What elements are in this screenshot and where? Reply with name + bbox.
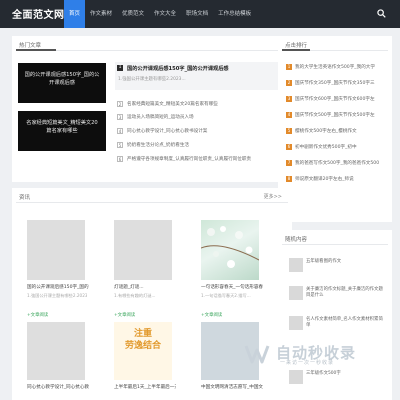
rank-badge: 2 (117, 101, 123, 107)
hot-list-item[interactable]: 3 运动员入场稿简短的_运动员入场 (117, 113, 289, 123)
lead-desc: 1.強国公开课主题有哪些2.2023... (118, 77, 186, 82)
divider (16, 202, 288, 203)
hot-list-item[interactable]: 5 奶奶看生活分论点_奶奶看生活 (117, 141, 289, 151)
ranking-link[interactable]: 国庆节作文600字_国庆节作文600字左 (295, 96, 385, 102)
ranking-link[interactable]: 初中剧新作文优秀500字_初中 (295, 144, 385, 150)
divider (282, 244, 388, 245)
ranking-item[interactable]: 5 樱桃作文500字左右_樱桃作文 (286, 126, 386, 137)
rank-badge: 2 (286, 80, 292, 86)
random-link[interactable]: 五年级看图的作文 (306, 259, 386, 265)
ranking-item[interactable]: 1 我的大学生活英语作文500字_我的大学 (286, 62, 386, 73)
hot-list-item[interactable]: 4 同心抗心教学设计_同心抗心教书设计案 (117, 127, 289, 137)
random-thumb[interactable] (289, 258, 303, 272)
article-title[interactable]: 国的公开课观后感150字_国的公开... (27, 284, 89, 290)
ranking-link[interactable]: 樱桃作文500字左右_樱桃作文 (295, 128, 385, 134)
divider (16, 50, 288, 51)
watermark-logo-icon (244, 345, 270, 364)
random-link[interactable]: 三年级作文500字 (306, 371, 386, 377)
ranking-item[interactable]: 8 师说原文翻译20字左右_师说 (286, 174, 386, 185)
rank-badge: 6 (117, 156, 123, 162)
rank-badge: 8 (286, 176, 292, 182)
rank-badge: 6 (286, 144, 292, 150)
random-link[interactable]: 关于廉洁的作文标题_关于廉洁的作文题目是什么 (306, 287, 386, 299)
blossom-image (200, 226, 260, 268)
rank-badge: 4 (286, 112, 292, 118)
article-title[interactable]: 中国文明网清洁志愿写_中国文明... (201, 384, 263, 390)
article-thumbnail[interactable] (114, 220, 172, 280)
rank-badge: 1 (117, 65, 123, 71)
article-desc: 1.強国公开课主题有哪些2.2023... (27, 293, 87, 298)
more-link[interactable]: 更多>> (264, 193, 282, 200)
read-link[interactable]: +文章阅读 (201, 312, 222, 318)
rank-badge: 3 (286, 96, 292, 102)
article-thumbnail[interactable]: 注重 劳逸结合 (114, 322, 172, 380)
hot-articles-title: 热门文章 (19, 43, 42, 49)
title-accent (16, 49, 56, 51)
watermark-overlay: 自动秒收录 一来访一次一秒收录 (240, 342, 400, 366)
hot-list-item[interactable]: 6 严格遵守各项规章制度_认真履行岗位职责_认真履行岗位职责 (117, 155, 289, 165)
rank-badge: 5 (117, 142, 123, 148)
latest-title: 资讯 (19, 195, 31, 201)
hot-banner-1[interactable]: 国的公开课观后感150字_国的公开课观后感 (18, 63, 106, 103)
random-title: 随机内容 (285, 237, 308, 243)
article-desc: 1.一句话描写春天2.描写... (201, 293, 251, 298)
ranking-link[interactable]: 我的爸爸写作文500字_我的爸爸作文500 (295, 160, 385, 166)
article-thumbnail[interactable] (27, 220, 85, 280)
random-item[interactable]: 五年级看图的作文 (289, 258, 389, 278)
random-link[interactable]: 名人作文素材简单_名人作文素材积累简单 (306, 317, 386, 329)
title-accent (282, 49, 310, 51)
ranking-link[interactable]: 我的大学生活英语作文500字_我的大学 (295, 64, 385, 70)
ranking-item[interactable]: 7 我的爸爸写作文500字_我的爸爸作文500 (286, 158, 386, 169)
random-thumb[interactable] (289, 316, 303, 330)
hot-item-link[interactable]: 同心抗心教学设计_同心抗心教书设计案 (127, 128, 207, 134)
random-item[interactable]: 名人作文素材简单_名人作文素材积累简单 (289, 316, 389, 336)
nav-essay-material[interactable]: 作文素材 (85, 0, 117, 28)
article-thumbnail[interactable] (200, 220, 260, 280)
ranking-link[interactable]: 国庆节作文350字_国庆节作文350字三 (295, 80, 385, 86)
nav-work-summary[interactable]: 工作总结模板 (213, 0, 256, 28)
article-title[interactable]: 灯谜题_灯谜... (114, 284, 176, 290)
article-desc: 1.有哪些有趣的灯谜... (114, 293, 156, 298)
watermark-subtext: 一来访一次一秒收录 (280, 360, 335, 366)
article-title[interactable]: 同心抗心教学设计_同心抗心教书... (27, 384, 89, 390)
hot-item-link[interactable]: 名家经典短篇美文_精短美文20篇名家有哪些 (127, 101, 218, 107)
ranking-link[interactable]: 师说原文翻译20字左右_师说 (295, 176, 385, 182)
hot-list-item[interactable]: 2 名家经典短篇美文_精短美文20篇名家有哪些 (117, 100, 289, 110)
hot-item-link[interactable]: 奶奶看生活分论点_奶奶看生活 (127, 142, 189, 148)
hot-banner-2[interactable]: 名家经典短篇美文_精短美文20篇名家有哪些 (18, 111, 106, 151)
search-icon[interactable] (377, 9, 386, 18)
main-nav: 首页 作文素材 优质范文 作文大全 职场文档 工作总结模板 (64, 0, 256, 28)
rank-badge: 5 (286, 128, 292, 134)
article-title[interactable]: 上半年最后1天_上半年最后一天... (114, 384, 176, 390)
rank-badge: 4 (117, 128, 123, 134)
article-thumbnail[interactable] (27, 322, 85, 380)
rank-badge: 1 (286, 64, 292, 70)
nav-essay-collection[interactable]: 作文大全 (149, 0, 181, 28)
random-item[interactable]: 关于廉洁的作文标题_关于廉洁的作文题目是什么 (289, 286, 389, 306)
random-thumb[interactable] (289, 286, 303, 300)
top-navbar: 全面范文网 首页 作文素材 优质范文 作文大全 职场文档 工作总结模板 (0, 0, 400, 28)
ranking-item[interactable]: 3 国庆节作文600字_国庆节作文600字左 (286, 94, 386, 105)
read-link[interactable]: +文章阅读 (27, 312, 48, 318)
random-thumb[interactable] (289, 370, 303, 384)
hot-lead-item[interactable]: 1 国的公开课观后感150字_国的公开课观后感 1.強国公开课主题有哪些2.20… (115, 62, 287, 90)
article-title[interactable]: 一句话形容春天_一句话形容春天... (201, 284, 263, 290)
read-link[interactable]: +文章阅读 (114, 312, 135, 318)
ranking-link[interactable]: 国庆节作文500字_国庆节作文500字左 (295, 112, 385, 118)
ranking-item[interactable]: 2 国庆节作文350字_国庆节作文350字三 (286, 78, 386, 89)
rank-badge: 3 (117, 114, 123, 120)
nav-home[interactable]: 首页 (64, 0, 86, 28)
hot-item-link[interactable]: 严格遵守各项规章制度_认真履行岗位职责_认真履行岗位职责 (127, 156, 251, 162)
rank-badge: 7 (286, 160, 292, 166)
lead-title[interactable]: 国的公开课观后感150字_国的公开课观后感 (127, 65, 229, 72)
site-logo[interactable]: 全面范文网 (12, 6, 65, 21)
random-item[interactable]: 三年级作文500字 (289, 370, 389, 390)
ranking-title: 点击排行 (285, 43, 308, 49)
nav-quality-essays[interactable]: 优质范文 (117, 0, 149, 28)
poster-text: 注重 劳逸结合 (124, 329, 161, 351)
hot-item-link[interactable]: 运动员入场稿简短的_运动员入场 (127, 114, 194, 120)
ranking-item[interactable]: 4 国庆节作文500字_国庆节作文500字左 (286, 110, 386, 121)
ranking-item[interactable]: 6 初中剧新作文优秀500字_初中 (286, 142, 386, 153)
nav-workplace-docs[interactable]: 职场文档 (181, 0, 213, 28)
